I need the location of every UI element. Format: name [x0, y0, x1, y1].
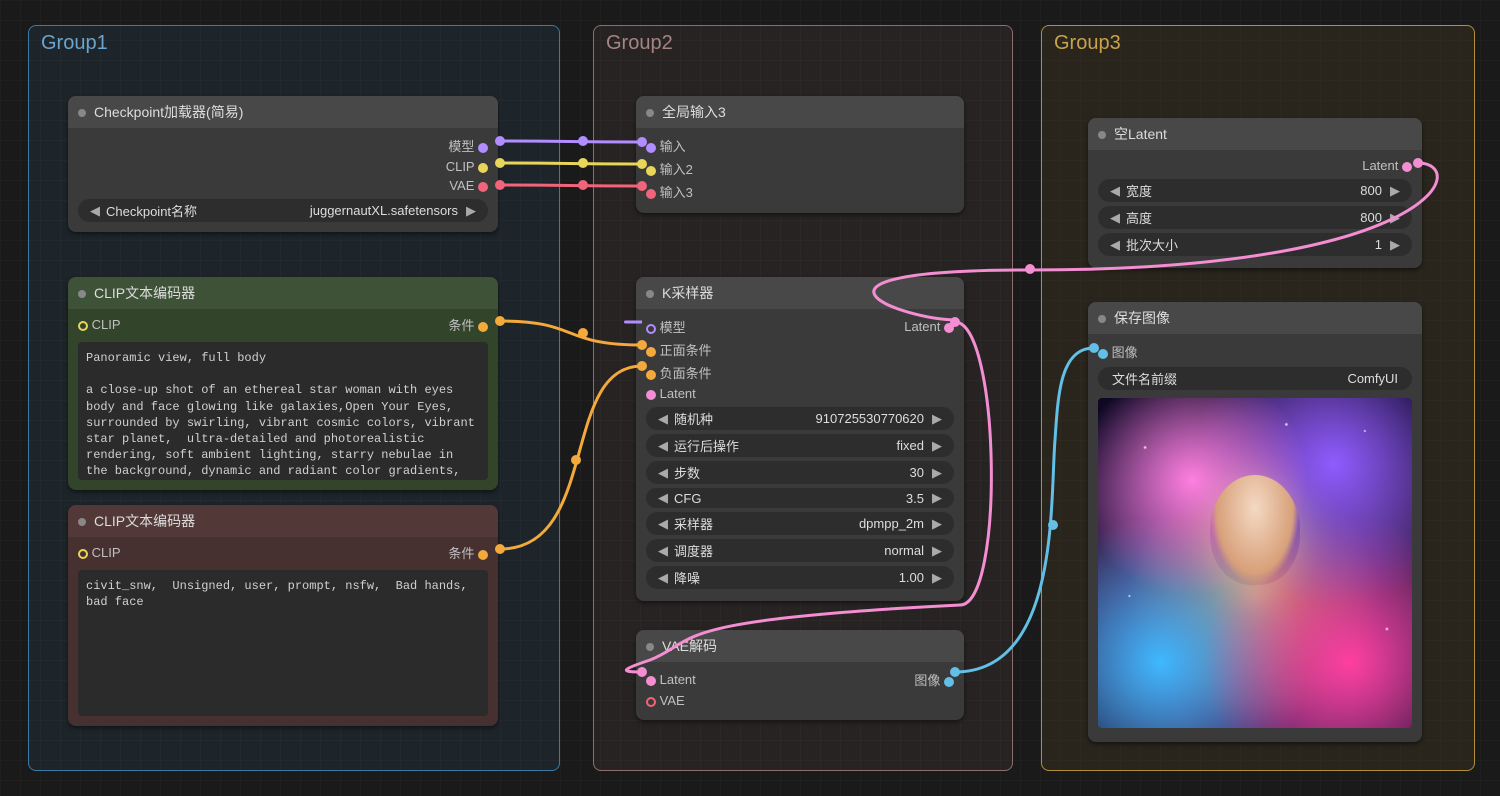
output-cond-label: 条件	[448, 318, 474, 333]
port-image-in[interactable]	[1098, 349, 1108, 359]
height-field[interactable]: ◀高度800▶	[1098, 206, 1412, 229]
node-vae-decode[interactable]: VAE解码 Latent 图像 VAE	[636, 630, 964, 720]
output-clip: CLIP	[446, 159, 475, 174]
group-2-label: Group2	[606, 32, 673, 55]
output-model: 模型	[448, 139, 474, 154]
port-input-1[interactable]	[646, 143, 656, 153]
port-model[interactable]	[478, 143, 488, 153]
arrow-left-icon[interactable]: ◀	[86, 203, 104, 219]
output-cond-label: 条件	[448, 546, 474, 561]
port-vae-in[interactable]	[646, 697, 656, 707]
scheduler-field[interactable]: ◀调度器normal▶	[646, 539, 954, 562]
input-3-label: 输入3	[660, 185, 693, 200]
input-clip-label: CLIP	[92, 317, 121, 332]
port-model-in[interactable]	[646, 324, 656, 334]
port-latent-out[interactable]	[944, 323, 954, 333]
output-latent-label: Latent	[904, 319, 940, 334]
input-neg-label: 负面条件	[660, 366, 712, 381]
cfg-field[interactable]: ◀CFG3.5▶	[646, 488, 954, 508]
node-title: CLIP文本编码器	[68, 505, 498, 537]
node-empty-latent[interactable]: 空Latent Latent ◀宽度800▶ ◀高度800▶ ◀批次大小1▶	[1088, 118, 1422, 268]
positive-prompt-textarea[interactable]: Panoramic view, full body a close-up sho…	[78, 342, 488, 480]
node-title: CLIP文本编码器	[68, 277, 498, 309]
input-latent-label: Latent	[660, 386, 696, 401]
input-1-label: 输入	[660, 139, 686, 154]
node-clip-encoder-positive[interactable]: CLIP文本编码器 CLIP 条件 Panoramic view, full b…	[68, 277, 498, 490]
input-vae-label: VAE	[660, 693, 685, 708]
node-title: VAE解码	[636, 630, 964, 662]
port-latent-in[interactable]	[646, 390, 656, 400]
arrow-right-icon[interactable]: ▶	[462, 203, 480, 219]
port-neg-cond-in[interactable]	[646, 370, 656, 380]
node-clip-encoder-negative[interactable]: CLIP文本编码器 CLIP 条件 civit_snw, Unsigned, u…	[68, 505, 498, 726]
input-2-label: 输入2	[660, 162, 693, 177]
output-latent-label: Latent	[1362, 158, 1398, 173]
input-latent-label: Latent	[660, 672, 696, 687]
port-latent-out[interactable]	[1402, 162, 1412, 172]
width-field[interactable]: ◀宽度800▶	[1098, 179, 1412, 202]
input-pos-label: 正面条件	[660, 343, 712, 358]
input-model-label: 模型	[660, 320, 686, 335]
port-cond-out[interactable]	[478, 322, 488, 332]
port-image-out[interactable]	[944, 677, 954, 687]
negative-prompt-textarea[interactable]: civit_snw, Unsigned, user, prompt, nsfw,…	[78, 570, 488, 716]
group-1-label: Group1	[41, 32, 108, 55]
sampler-field[interactable]: ◀采样器dpmpp_2m▶	[646, 512, 954, 535]
steps-field[interactable]: ◀步数30▶	[646, 461, 954, 484]
seed-field[interactable]: ◀随机种910725530770620▶	[646, 407, 954, 430]
checkpoint-name-field[interactable]: ◀ Checkpoint名称 juggernautXL.safetensors …	[78, 199, 488, 222]
node-title: Checkpoint加载器(简易)	[68, 96, 498, 128]
group-3-label: Group3	[1054, 32, 1121, 55]
node-global-input[interactable]: 全局输入3 输入 输入2 输入3	[636, 96, 964, 213]
port-input-2[interactable]	[646, 166, 656, 176]
output-vae: VAE	[449, 178, 474, 193]
port-clip[interactable]	[478, 163, 488, 173]
input-clip-label: CLIP	[92, 545, 121, 560]
node-save-image[interactable]: 保存图像 图像 文件名前缀 ComfyUI	[1088, 302, 1422, 742]
output-image-preview[interactable]	[1098, 398, 1412, 728]
denoise-field[interactable]: ◀降噪1.00▶	[646, 566, 954, 589]
input-image-label: 图像	[1112, 345, 1138, 360]
node-checkpoint-loader[interactable]: Checkpoint加载器(简易) 模型 CLIP VAE ◀ Checkpoi…	[68, 96, 498, 232]
after-generate-field[interactable]: ◀运行后操作fixed▶	[646, 434, 954, 457]
port-clip-in[interactable]	[78, 321, 88, 331]
port-vae[interactable]	[478, 182, 488, 192]
port-pos-cond-in[interactable]	[646, 347, 656, 357]
port-clip-in[interactable]	[78, 549, 88, 559]
port-latent-in[interactable]	[646, 676, 656, 686]
batch-size-field[interactable]: ◀批次大小1▶	[1098, 233, 1412, 256]
node-title: 全局输入3	[636, 96, 964, 128]
node-title: K采样器	[636, 277, 964, 309]
port-cond-out[interactable]	[478, 550, 488, 560]
node-title: 保存图像	[1088, 302, 1422, 334]
node-title: 空Latent	[1088, 118, 1422, 150]
filename-prefix-field[interactable]: 文件名前缀 ComfyUI	[1098, 367, 1412, 390]
output-image-label: 图像	[914, 673, 940, 688]
node-ksampler[interactable]: K采样器 模型 Latent 正面条件 负面条件 Latent ◀随机种9107…	[636, 277, 964, 601]
port-input-3[interactable]	[646, 189, 656, 199]
